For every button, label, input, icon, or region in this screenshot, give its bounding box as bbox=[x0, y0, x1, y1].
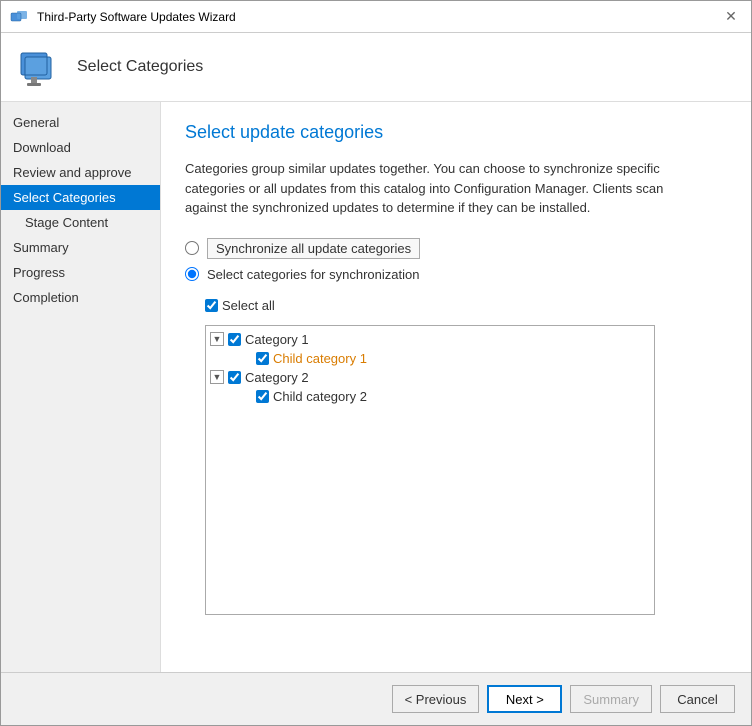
sidebar-item-completion[interactable]: Completion bbox=[1, 285, 160, 310]
label-child2: Child category 2 bbox=[273, 389, 367, 404]
next-button[interactable]: Next > bbox=[487, 685, 562, 713]
tree-children-category1: Child category 1 bbox=[238, 349, 650, 368]
page-title: Select update categories bbox=[185, 122, 727, 143]
radio-group: Synchronize all update categories Select… bbox=[185, 238, 727, 282]
content-area: General Download Review and approve Sele… bbox=[1, 102, 751, 672]
sidebar-item-summary[interactable]: Summary bbox=[1, 235, 160, 260]
wizard-window: Third-Party Software Updates Wizard ✕ Se… bbox=[0, 0, 752, 726]
main-content: Select update categories Categories grou… bbox=[161, 102, 751, 672]
cancel-button[interactable]: Cancel bbox=[660, 685, 735, 713]
sidebar-item-stage-content[interactable]: Stage Content bbox=[1, 210, 160, 235]
checkbox-category2[interactable] bbox=[228, 371, 241, 384]
header-bar: Select Categories bbox=[1, 33, 751, 102]
previous-button[interactable]: < Previous bbox=[392, 685, 480, 713]
checkbox-child2[interactable] bbox=[256, 390, 269, 403]
sidebar-item-progress[interactable]: Progress bbox=[1, 260, 160, 285]
footer: < Previous Next > Summary Cancel bbox=[1, 672, 751, 725]
window-title: Third-Party Software Updates Wizard bbox=[37, 10, 236, 24]
radio-select-item: Select categories for synchronization bbox=[185, 267, 727, 282]
summary-button[interactable]: Summary bbox=[570, 685, 652, 713]
sidebar-item-general[interactable]: General bbox=[1, 110, 160, 135]
header-icon bbox=[17, 43, 65, 91]
tree-item-child2: Child category 2 bbox=[238, 387, 650, 406]
tree-box[interactable]: ▼ Category 1 Child category 1 ▼ bbox=[205, 325, 655, 615]
sidebar: General Download Review and approve Sele… bbox=[1, 102, 161, 672]
select-categories-label: Select categories for synchronization bbox=[207, 267, 419, 282]
tree-item-child1: Child category 1 bbox=[238, 349, 650, 368]
tree-container: ▼ Category 1 Child category 1 ▼ bbox=[205, 325, 727, 615]
tree-item-category2: ▼ Category 2 bbox=[210, 368, 650, 387]
select-all-row: Select all bbox=[205, 298, 727, 313]
sidebar-item-download[interactable]: Download bbox=[1, 135, 160, 160]
sync-all-button-label[interactable]: Synchronize all update categories bbox=[207, 238, 420, 259]
window-icon bbox=[9, 7, 29, 27]
sidebar-item-select-categories[interactable]: Select Categories bbox=[1, 185, 160, 210]
description-text: Categories group similar updates togethe… bbox=[185, 159, 665, 218]
label-category1: Category 1 bbox=[245, 332, 309, 347]
checkbox-child1[interactable] bbox=[256, 352, 269, 365]
select-all-label: Select all bbox=[222, 298, 275, 313]
close-button[interactable]: ✕ bbox=[719, 5, 743, 29]
expander-category1[interactable]: ▼ bbox=[210, 332, 224, 346]
radio-sync-all-item: Synchronize all update categories bbox=[185, 238, 727, 259]
checkbox-category1[interactable] bbox=[228, 333, 241, 346]
title-bar: Third-Party Software Updates Wizard ✕ bbox=[1, 1, 751, 33]
label-category2: Category 2 bbox=[245, 370, 309, 385]
tree-children-category2: Child category 2 bbox=[238, 387, 650, 406]
select-all-checkbox[interactable] bbox=[205, 299, 218, 312]
expander-category2[interactable]: ▼ bbox=[210, 370, 224, 384]
radio-select-categories[interactable] bbox=[185, 267, 199, 281]
label-child1: Child category 1 bbox=[273, 351, 367, 366]
radio-sync-all[interactable] bbox=[185, 241, 199, 255]
sync-all-label: Synchronize all update categories bbox=[207, 238, 420, 259]
tree-item-category1: ▼ Category 1 bbox=[210, 330, 650, 349]
title-bar-left: Third-Party Software Updates Wizard bbox=[9, 7, 236, 27]
header-title: Select Categories bbox=[77, 58, 203, 76]
sidebar-item-review-approve[interactable]: Review and approve bbox=[1, 160, 160, 185]
